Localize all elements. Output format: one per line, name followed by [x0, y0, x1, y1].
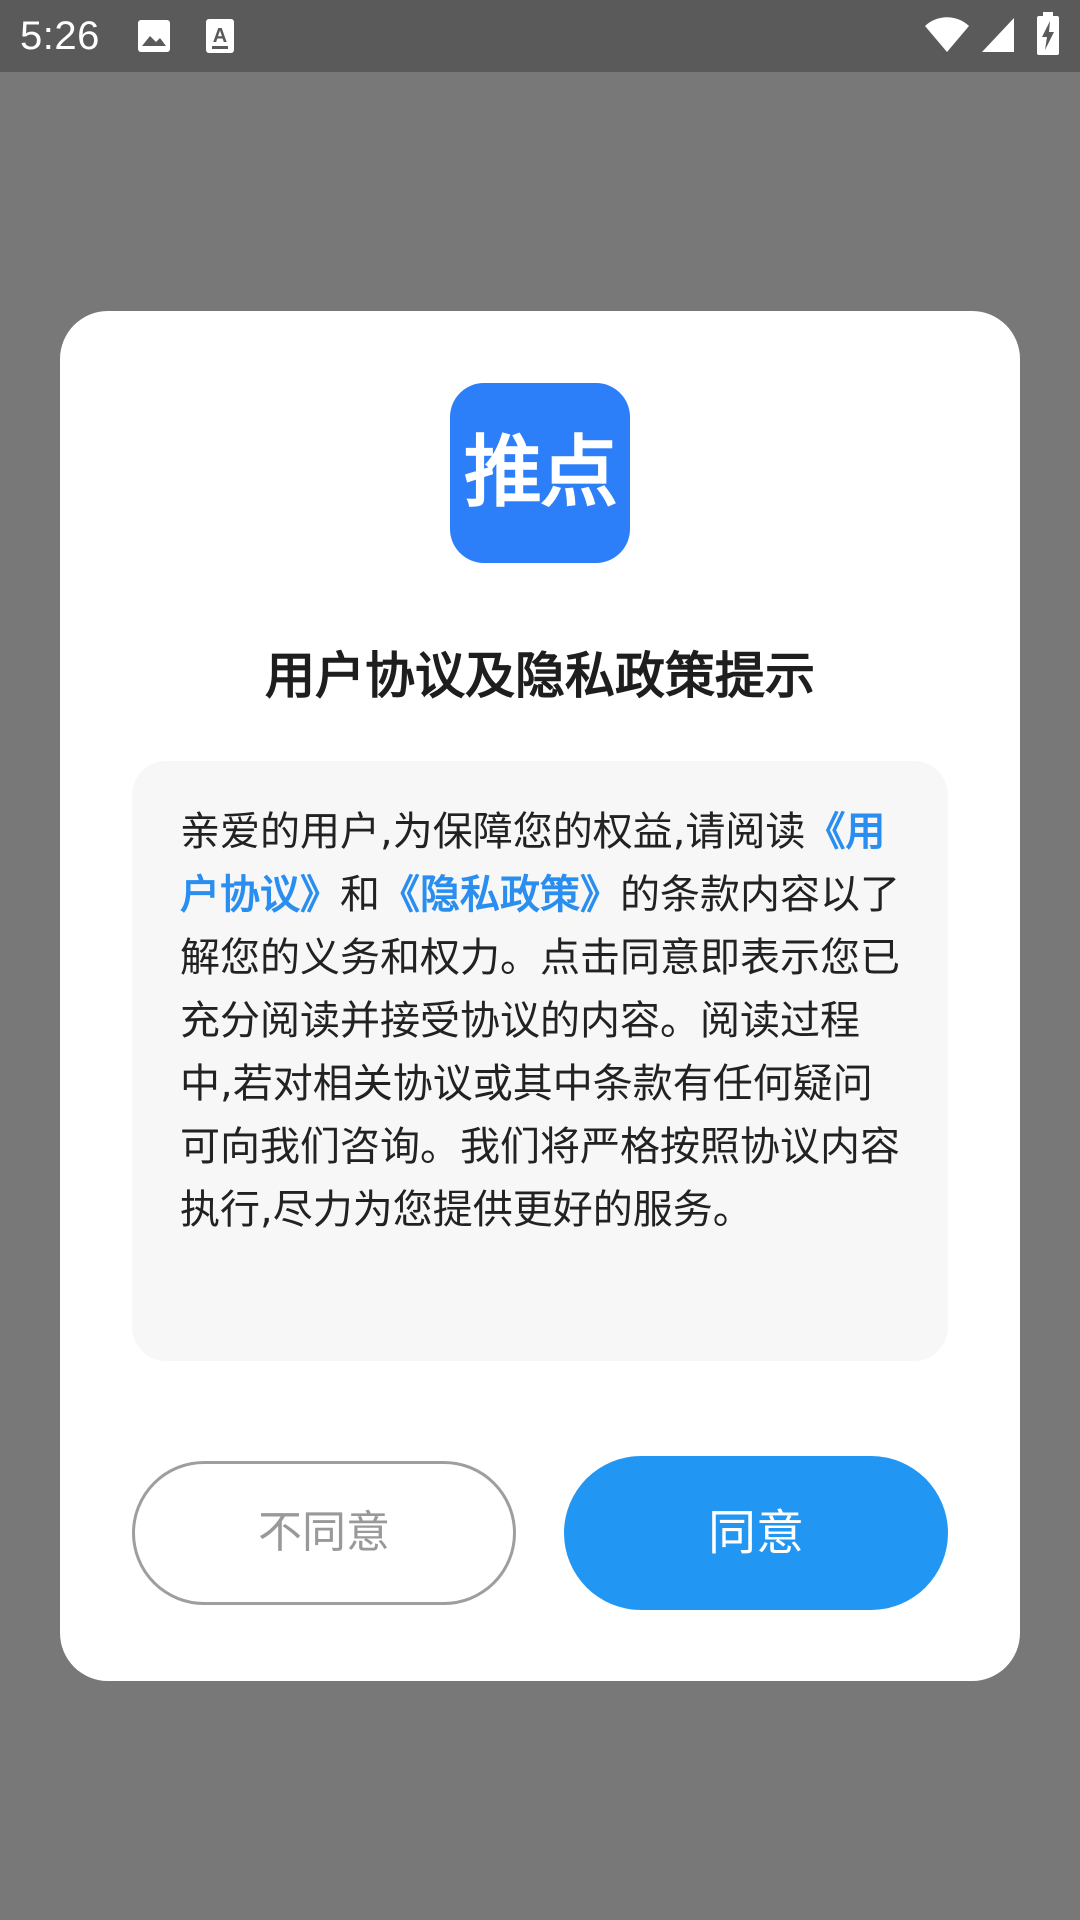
status-time: 5:26 — [20, 14, 100, 58]
battery-charging-icon — [1036, 12, 1060, 56]
wifi-icon — [924, 14, 970, 54]
dialog-title: 用户协议及隐私政策提示 — [265, 647, 815, 705]
agreement-intro: 亲爱的用户,为保障您的权益,请阅读 — [180, 809, 806, 855]
signal-icon — [980, 16, 1016, 54]
agreement-text: 亲爱的用户,为保障您的权益,请阅读《用户协议》和《隐私政策》的条款内容以了解您的… — [180, 801, 906, 1242]
svg-text:A: A — [213, 25, 227, 47]
app-logo-text: 推点 — [463, 428, 618, 518]
agreement-and: 和 — [340, 872, 380, 918]
text-recognition-icon: A — [204, 18, 236, 54]
agreement-content: 亲爱的用户,为保障您的权益,请阅读《用户协议》和《隐私政策》的条款内容以了解您的… — [132, 761, 948, 1361]
disagree-button[interactable]: 不同意 — [132, 1461, 516, 1605]
status-bar: 5:26 A — [0, 0, 1080, 72]
privacy-dialog: 推点 用户协议及隐私政策提示 亲爱的用户,为保障您的权益,请阅读《用户协议》和《… — [60, 311, 1020, 1681]
agreement-rest: 的条款内容以了解您的义务和权力。点击同意即表示您已充分阅读并接受协议的内容。阅读… — [180, 872, 900, 1233]
app-logo: 推点 — [450, 383, 630, 563]
privacy-policy-link[interactable]: 《隐私政策》 — [380, 872, 620, 918]
agree-button[interactable]: 同意 — [564, 1456, 948, 1610]
image-icon — [136, 18, 172, 54]
